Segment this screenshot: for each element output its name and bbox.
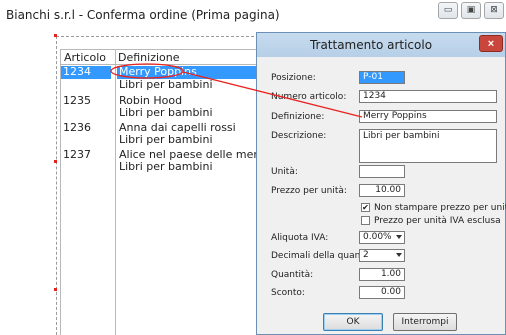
non-stampare-label: Non stampare prezzo per unità xyxy=(374,203,506,213)
dialog-title: Trattamento articolo xyxy=(309,38,433,52)
page-marker xyxy=(54,160,57,163)
dialog-close-button[interactable]: × xyxy=(479,35,503,52)
unita-label: Unità: xyxy=(271,167,298,177)
definizione-label: Definizione: xyxy=(271,112,325,122)
aliquota-iva-select[interactable]: 0.00% xyxy=(359,231,405,244)
column-header-articolo: Articolo xyxy=(61,49,115,65)
iva-esclusa-label: Prezzo per unità IVA esclusa xyxy=(374,216,501,226)
document-page: Articolo Definizione 1234 Merry Poppins … xyxy=(56,36,294,335)
row-2-category: Libri per bambini xyxy=(119,106,213,119)
prezzo-unita-field[interactable]: 10.00 xyxy=(359,184,405,197)
minimize-button[interactable]: ▭ xyxy=(438,2,458,19)
descrizione-label: Descrizione: xyxy=(271,131,327,141)
numero-articolo-field[interactable]: 1234 xyxy=(359,90,497,103)
row-4-category: Libri per bambini xyxy=(119,160,213,173)
row-4-code[interactable]: 1237 xyxy=(63,149,91,161)
maximize-button[interactable]: ▣ xyxy=(461,2,481,19)
row-3-code[interactable]: 1236 xyxy=(63,122,91,134)
window-title: Bianchi s.r.l - Conferma ordine (Prima p… xyxy=(6,8,280,22)
row-1-category: Libri per bambini xyxy=(119,78,213,91)
window-controls: ▭ ▣ ⊠ xyxy=(438,2,504,20)
page-marker xyxy=(54,288,57,291)
sconto-label: Sconto: xyxy=(271,288,305,298)
chevron-down-icon xyxy=(396,253,402,257)
numero-articolo-label: Numero articolo: xyxy=(271,92,347,102)
iva-esclusa-checkbox[interactable] xyxy=(361,216,370,225)
ok-button[interactable]: OK xyxy=(323,313,383,331)
definizione-field[interactable]: Merry Poppins xyxy=(359,110,497,123)
chevron-down-icon xyxy=(396,235,402,239)
decimali-select[interactable]: 2 xyxy=(359,249,405,262)
unita-field[interactable] xyxy=(359,165,405,178)
non-stampare-checkbox[interactable]: ✔ xyxy=(361,203,370,212)
row-3-category: Libri per bambini xyxy=(119,133,213,146)
sconto-field[interactable]: 0.00 xyxy=(359,286,405,299)
posizione-field[interactable]: P-01 xyxy=(359,71,405,84)
row-2-code[interactable]: 1235 xyxy=(63,95,91,107)
screen: Bianchi s.r.l - Conferma ordine (Prima p… xyxy=(0,0,506,335)
column-separator-left xyxy=(60,49,61,335)
close-window-button[interactable]: ⊠ xyxy=(484,2,504,19)
dialog-title-bar: Trattamento articolo × xyxy=(257,33,505,57)
window-title-bar: Bianchi s.r.l - Conferma ordine (Prima p… xyxy=(0,0,506,30)
decimali-value: 2 xyxy=(363,250,369,260)
posizione-label: Posizione: xyxy=(271,73,316,83)
aliquota-iva-value: 0.00% xyxy=(363,232,392,242)
quantita-field[interactable]: 1.00 xyxy=(359,268,405,281)
interrompi-button[interactable]: Interrompi xyxy=(393,313,457,331)
quantita-label: Quantità: xyxy=(271,270,314,280)
trattamento-articolo-dialog: Trattamento articolo × Posizione: P-01 N… xyxy=(256,32,506,335)
column-header-definizione: Definizione xyxy=(115,49,271,65)
page-marker xyxy=(54,34,57,37)
column-separator xyxy=(115,49,116,335)
prezzo-unita-label: Prezzo per unità: xyxy=(271,186,347,196)
aliquota-iva-label: Aliquota IVA: xyxy=(271,233,329,243)
row-1-code[interactable]: 1234 xyxy=(61,66,111,79)
descrizione-field[interactable]: Libri per bambini xyxy=(359,129,497,163)
